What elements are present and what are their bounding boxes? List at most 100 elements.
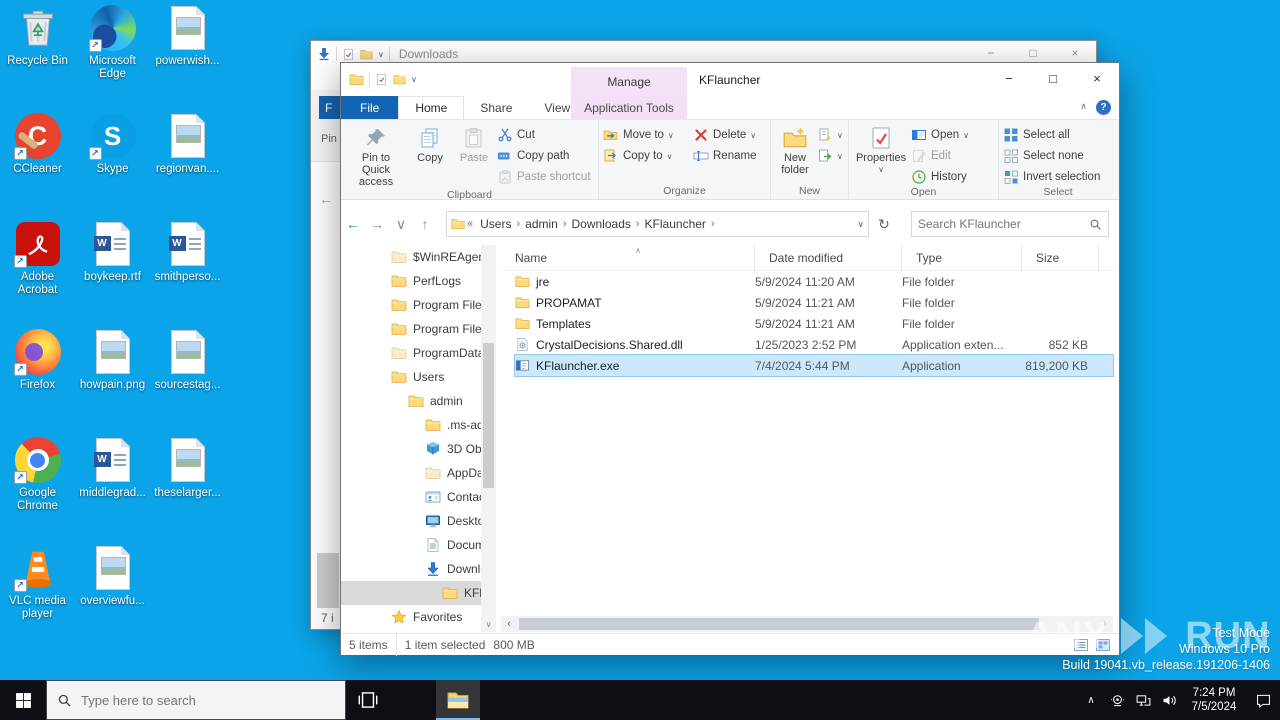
history-button[interactable]: History <box>911 169 969 185</box>
close-button[interactable]: × <box>1075 63 1119 93</box>
tab-home[interactable]: Home <box>398 96 465 119</box>
nav-item-appdata[interactable]: AppData <box>341 461 481 485</box>
bg-back-arrow-icon[interactable]: ← <box>319 191 333 207</box>
column-header-type[interactable]: Type <box>902 245 1022 270</box>
horizontal-scrollbar[interactable]: ‹ › <box>501 616 1113 632</box>
select-none-button[interactable]: Select none <box>1003 148 1100 164</box>
invert-selection-button[interactable]: Invert selection <box>1003 169 1100 185</box>
properties-button[interactable]: Properties ∨ <box>853 123 909 185</box>
breadcrumb-item[interactable]: Users <box>475 217 516 231</box>
taskbar-edge-button[interactable] <box>390 680 434 720</box>
desktop-icon[interactable]: overviewfu... <box>75 540 150 648</box>
nav-item-program-files[interactable]: Program Files <box>341 293 481 317</box>
delete-button[interactable]: Delete ∨ <box>693 127 756 143</box>
properties-qat-icon[interactable] <box>342 48 355 61</box>
new-folder-qat-icon[interactable] <box>360 48 373 61</box>
select-all-button[interactable]: Select all <box>1003 127 1100 143</box>
file-row-propamat[interactable]: PROPAMAT 5/9/2024 11:21 AM File folder <box>515 292 1113 313</box>
help-icon[interactable]: ? <box>1096 100 1111 115</box>
nav-item-users[interactable]: Users <box>341 365 481 389</box>
desktop-icon[interactable]: ↗ Adobe Acrobat <box>0 216 75 324</box>
search-box[interactable] <box>911 211 1109 237</box>
column-header-name[interactable]: Name <box>501 245 755 270</box>
scroll-right-icon[interactable]: › <box>1097 618 1113 630</box>
easy-access-button[interactable]: ∨ <box>817 148 843 164</box>
address-dropdown-icon[interactable]: ∨ <box>857 219 864 230</box>
tab-share[interactable]: Share <box>464 96 528 119</box>
tray-chevron-icon[interactable]: ∧ <box>1078 680 1104 720</box>
desktop-icon[interactable]: regionvan.... <box>150 108 225 216</box>
desktop-icon[interactable]: Wsmithperso... <box>150 216 225 324</box>
file-row-crystaldecisions-shared-dll[interactable]: CrystalDecisions.Shared.dll 1/25/2023 2:5… <box>515 334 1113 355</box>
breadcrumb-item[interactable]: KFlauncher <box>640 217 711 231</box>
details-view-icon[interactable] <box>1073 637 1089 653</box>
copy-button[interactable]: Copy <box>409 123 451 188</box>
webcam-icon[interactable] <box>1104 680 1130 720</box>
nav-item-contacts[interactable]: Contacts <box>341 485 481 509</box>
qat-dropdown-icon[interactable]: ∨ <box>411 75 417 84</box>
network-icon[interactable] <box>1130 680 1156 720</box>
nav-scrollbar[interactable]: ∨ <box>481 245 496 632</box>
tab-application-tools[interactable]: Application Tools <box>571 96 687 120</box>
up-button[interactable]: ↑ <box>413 216 437 232</box>
file-row-jre[interactable]: jre 5/9/2024 11:20 AM File folder <box>515 271 1113 292</box>
open-button[interactable]: Open ∨ <box>911 127 969 143</box>
properties-qat-icon[interactable] <box>375 73 388 86</box>
action-center-button[interactable] <box>1246 680 1280 720</box>
desktop-icon[interactable]: ↗ Firefox <box>0 324 75 432</box>
desktop-icon[interactable]: Recycle Bin <box>0 0 75 108</box>
nav-item-favorites[interactable]: Favorites <box>341 605 481 629</box>
nav-item-kflauncher[interactable]: KFlauncher <box>341 581 481 605</box>
file-row-kflauncher-exe[interactable]: KFlauncher.exe 7/4/2024 5:44 PM Applicatio… <box>514 354 1114 377</box>
desktop-icon[interactable]: S ↗ Skype <box>75 108 150 216</box>
desktop-icon[interactable]: ↗ Google Chrome <box>0 432 75 540</box>
taskbar-search[interactable] <box>46 680 346 720</box>
copy-to-button[interactable]: Copy to ∨ <box>603 148 691 164</box>
forward-button[interactable]: → <box>365 216 389 232</box>
breadcrumb-separator-icon[interactable]: › <box>711 218 715 230</box>
maximize-button[interactable]: □ <box>1031 63 1075 93</box>
address-bar[interactable]: « Users › admin › Downloads › KFlauncher › ∨ <box>446 211 869 237</box>
horizontal-scrollbar-thumb[interactable] <box>519 618 1039 630</box>
refresh-icon[interactable]: ↻ <box>873 211 895 237</box>
cut-button[interactable]: Cut <box>497 127 591 143</box>
nav-item-desktop[interactable]: Desktop <box>341 509 481 533</box>
new-folder-button[interactable]: New folder <box>775 123 815 184</box>
new-item-button[interactable]: ∨ <box>817 127 843 143</box>
copy-path-button[interactable]: Copy path <box>497 148 591 164</box>
column-header-size[interactable]: Size <box>1022 245 1099 270</box>
edit-button[interactable]: Edit <box>911 148 969 164</box>
column-header-date-modified[interactable]: Date modified <box>755 245 902 270</box>
start-button[interactable] <box>0 680 46 720</box>
nav-item-perflogs[interactable]: PerfLogs <box>341 269 481 293</box>
desktop-icon[interactable]: C ↗ CCleaner <box>0 108 75 216</box>
desktop-icon[interactable]: ↗ Microsoft Edge <box>75 0 150 108</box>
desktop-icon[interactable]: ↗ VLC media player <box>0 540 75 648</box>
rename-button[interactable]: Rename <box>693 148 756 164</box>
pin-to-quick-access-button[interactable]: Pin to Quick access <box>345 123 407 188</box>
back-button[interactable]: ← <box>341 216 365 232</box>
breadcrumb-item[interactable]: admin <box>520 217 563 231</box>
desktop-icon[interactable]: Wboykeep.rtf <box>75 216 150 324</box>
breadcrumb-item[interactable]: Downloads <box>567 217 636 231</box>
nav-scroll-down-icon[interactable]: ∨ <box>481 616 496 632</box>
desktop-icon[interactable]: Wmiddlegrad... <box>75 432 150 540</box>
desktop-icon[interactable]: powerwish... <box>150 0 225 108</box>
taskbar-firefox-button[interactable] <box>486 680 530 720</box>
nav-item-programdata[interactable]: ProgramData <box>341 341 481 365</box>
new-folder-qat-icon[interactable] <box>393 73 406 86</box>
taskbar-explorer-button[interactable] <box>436 680 480 720</box>
qat-dropdown-icon[interactable]: ∨ <box>378 50 384 59</box>
nav-item-downloads[interactable]: Downloads <box>341 557 481 581</box>
taskbar-clock[interactable]: 7:24 PM 7/5/2024 <box>1182 686 1246 714</box>
taskbar-search-input[interactable] <box>81 692 335 708</box>
file-row-templates[interactable]: Templates 5/9/2024 11:21 AM File folder <box>515 313 1113 334</box>
nav-item-program-files[interactable]: Program Files <box>341 317 481 341</box>
task-view-button[interactable] <box>346 680 390 720</box>
nav-scrollbar-thumb[interactable] <box>483 343 494 488</box>
nav-item--ms-ad[interactable]: .ms-ad <box>341 413 481 437</box>
minimize-button[interactable]: − <box>987 63 1031 93</box>
desktop-icon[interactable]: howpain.png <box>75 324 150 432</box>
nav-item-admin[interactable]: admin <box>341 389 481 413</box>
desktop-icon[interactable]: theselarger... <box>150 432 225 540</box>
